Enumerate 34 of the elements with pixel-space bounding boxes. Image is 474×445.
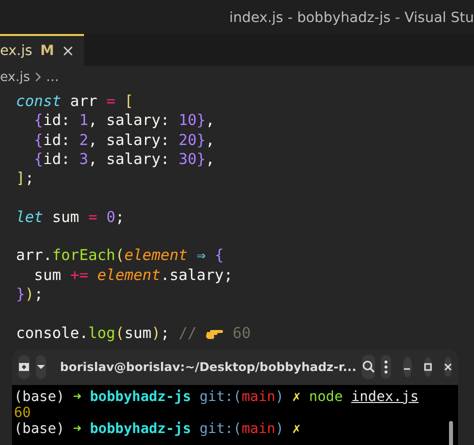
editor-tab[interactable]: ex.js M (0, 34, 84, 66)
maximize-button[interactable] (424, 356, 432, 377)
code-line: {id: 1, salary: 10}, (33, 111, 215, 131)
kebab-menu-icon (384, 360, 388, 374)
code-line: ]; (16, 169, 34, 188)
terminal-line: 60 (14, 404, 31, 421)
minimize-button[interactable] (403, 356, 412, 377)
dropdown-button[interactable] (36, 354, 46, 379)
code-line: {id: 3, salary: 30}, (33, 150, 215, 170)
close-icon (444, 362, 452, 371)
breadcrumb-item[interactable]: ex.js (0, 70, 30, 84)
code-line: }); (16, 284, 44, 304)
new-tab-button[interactable] (18, 354, 30, 379)
search-icon (362, 360, 376, 374)
window-title: index.js - bobbyhadz-js - Visual Stu (229, 9, 474, 26)
code-line: sum += element.salary; (33, 266, 233, 285)
search-button[interactable] (362, 354, 376, 379)
close-icon[interactable] (62, 45, 74, 57)
terminal-line: (base) ➜ bobbyhadz-js git:(main) ✗ node index.js (14, 388, 419, 405)
terminal-line: (base) ➜ bobbyhadz-js git:(main) ✗ (14, 420, 301, 437)
code-line: arr.forEach(element ⇒ { (16, 246, 224, 266)
terminal-title: borislav@borislav:~/Desktop/bobbyhadz-r... (59, 360, 356, 374)
close-button[interactable] (444, 356, 452, 377)
code-line: const arr = [ (16, 92, 134, 112)
chevron-right-icon (34, 72, 42, 82)
maximize-icon (424, 362, 432, 371)
add-tab-icon (18, 360, 30, 373)
code-line: {id: 2, salary: 20}, (33, 130, 215, 150)
breadcrumb-item[interactable]: … (46, 70, 59, 84)
menu-button[interactable] (381, 354, 392, 379)
code-line: console.log(sum); // 60 (16, 324, 251, 343)
code-line: let sum = 0; (16, 208, 124, 228)
caret-down-icon (36, 364, 46, 370)
scrollbar-thumb[interactable] (449, 420, 453, 445)
